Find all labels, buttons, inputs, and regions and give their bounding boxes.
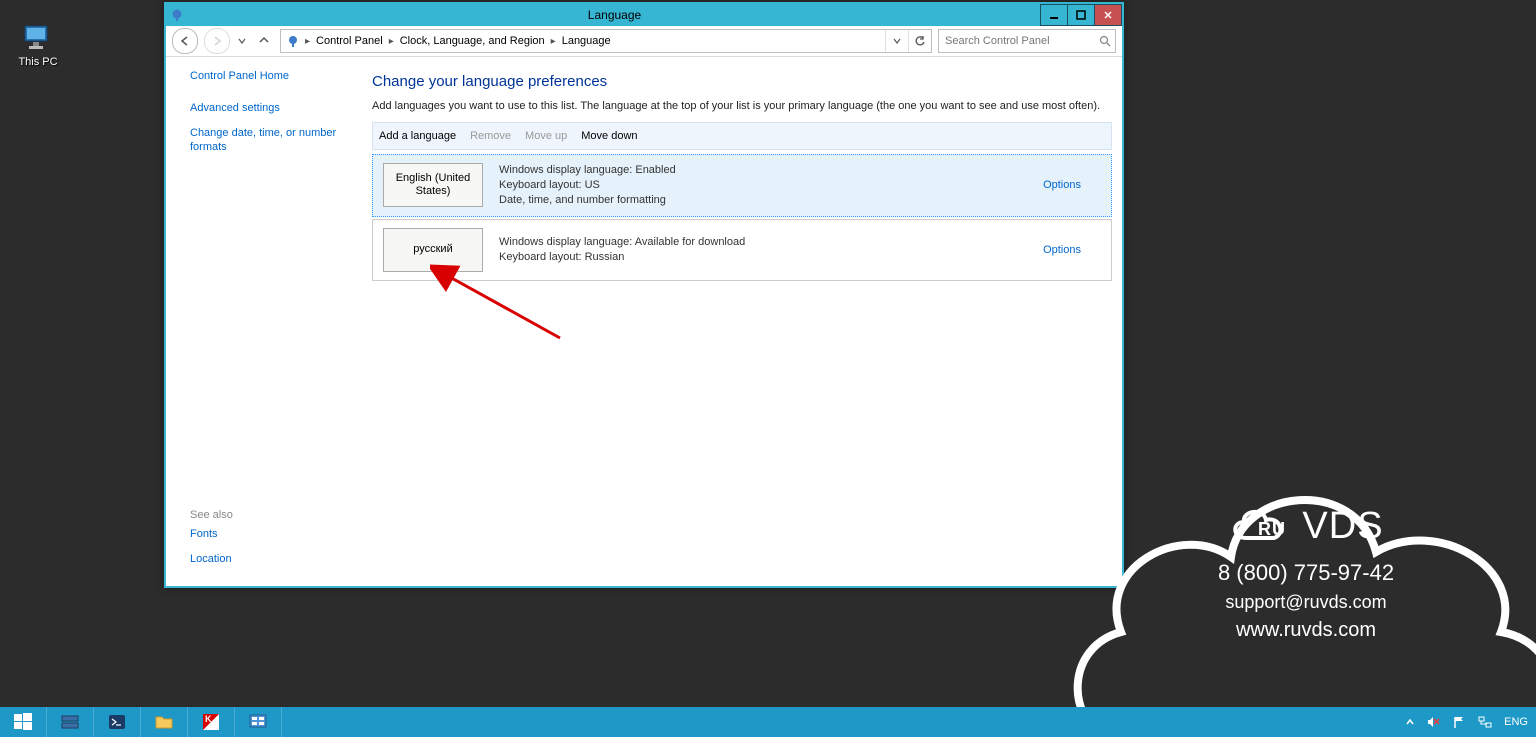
watermark-phone: 8 (800) 775-97-42: [1146, 560, 1466, 586]
language-options-link[interactable]: Options: [1043, 244, 1081, 256]
sidebar-link-dateformats[interactable]: Change date, time, or number formats: [190, 126, 350, 155]
language-info-line1: Windows display language: Available for …: [499, 235, 1043, 250]
nav-back-button[interactable]: [172, 28, 198, 54]
nav-up-button[interactable]: [254, 29, 274, 53]
window-navbar: ▸ Control Panel ▸ Clock, Language, and R…: [166, 26, 1122, 57]
sidebar-link-home[interactable]: Control Panel Home: [190, 69, 350, 83]
page-description: Add languages you want to use to this li…: [372, 100, 1112, 112]
maximize-icon: [1076, 10, 1086, 20]
taskbar-server-manager[interactable]: [47, 707, 94, 737]
control-panel-icon: [247, 711, 269, 733]
arrow-left-icon: [179, 35, 191, 47]
language-badge: русский: [383, 228, 483, 272]
cmd-add-language[interactable]: Add a language: [379, 130, 456, 142]
network-icon: [1478, 715, 1492, 729]
language-info-line2: Keyboard layout: Russian: [499, 250, 1043, 265]
breadcrumb-chevron[interactable]: ▸: [387, 30, 396, 52]
command-bar: Add a language Remove Move up Move down: [372, 122, 1112, 150]
taskbar-start-button[interactable]: [0, 707, 47, 737]
language-info-line1: Windows display language: Enabled: [499, 163, 1043, 178]
breadcrumb-item-clock-lang-region[interactable]: Clock, Language, and Region: [396, 30, 549, 52]
desktop-icon-label: This PC: [8, 56, 68, 68]
breadcrumb-chevron[interactable]: ▸: [549, 30, 558, 52]
window-minimize-button[interactable]: [1040, 4, 1068, 26]
arrow-right-icon: [211, 35, 223, 47]
taskbar-kaspersky[interactable]: K: [188, 707, 235, 737]
kaspersky-icon: K: [200, 711, 222, 733]
sidebar-see-also-label: See also: [190, 509, 350, 521]
arrow-up-icon: [258, 35, 270, 47]
taskbar-powershell[interactable]: [94, 707, 141, 737]
sidebar: Control Panel Home Advanced settings Cha…: [166, 57, 362, 586]
breadcrumb-icon: [285, 33, 301, 49]
sidebar-link-location[interactable]: Location: [190, 552, 350, 566]
tray-network-icon[interactable]: [1476, 707, 1494, 737]
refresh-button[interactable]: [908, 30, 931, 52]
speaker-muted-icon: [1426, 715, 1440, 729]
main-content: Change your language preferences Add lan…: [362, 57, 1122, 586]
cmd-remove[interactable]: Remove: [470, 130, 511, 142]
taskbar-explorer[interactable]: [141, 707, 188, 737]
tray-sound-icon[interactable]: [1424, 707, 1442, 737]
caret-down-icon: [238, 37, 246, 45]
nav-history-dropdown[interactable]: [236, 29, 248, 53]
page-heading: Change your language preferences: [372, 73, 1112, 90]
window-icon: [166, 4, 188, 26]
brand-text: VDS: [1302, 505, 1383, 548]
language-badge: English (United States): [383, 163, 483, 207]
cloud-logo-icon: RU: [1228, 502, 1292, 550]
computer-icon: [20, 20, 56, 56]
taskbar-control-panel[interactable]: [235, 707, 282, 737]
close-icon: [1103, 10, 1113, 20]
breadcrumb-chevron[interactable]: ▸: [303, 30, 312, 52]
breadcrumb-dropdown-button[interactable]: [885, 30, 908, 52]
search-box[interactable]: [938, 29, 1116, 53]
search-icon: [1099, 35, 1111, 47]
tray-flag-icon[interactable]: [1450, 707, 1468, 737]
desktop-icon-this-pc[interactable]: This PC: [8, 20, 68, 68]
cmd-move-down[interactable]: Move down: [581, 130, 637, 142]
flag-icon: [1452, 715, 1466, 729]
folder-icon: [153, 711, 175, 733]
language-info-line3: Date, time, and number formatting: [499, 193, 1043, 208]
taskbar-tray: ENG: [1404, 707, 1536, 737]
server-icon: [59, 711, 81, 733]
window-titlebar[interactable]: Language: [166, 4, 1122, 26]
tray-show-hidden-icons[interactable]: [1404, 707, 1416, 737]
windows-icon: [12, 711, 34, 733]
language-options-link[interactable]: Options: [1043, 179, 1081, 191]
caret-down-icon: [893, 37, 901, 45]
control-panel-window: Language: [164, 2, 1124, 588]
cmd-move-up[interactable]: Move up: [525, 130, 567, 142]
caret-up-icon: [1406, 718, 1414, 726]
language-row-english[interactable]: English (United States) Windows display …: [372, 154, 1112, 217]
language-info: Windows display language: Available for …: [499, 235, 1043, 265]
window-close-button[interactable]: [1094, 4, 1122, 26]
search-input[interactable]: [943, 34, 1099, 48]
language-info-line2: Keyboard layout: US: [499, 178, 1043, 193]
sidebar-link-advanced[interactable]: Advanced settings: [190, 101, 350, 115]
svg-text:RU: RU: [1258, 519, 1286, 539]
window-maximize-button[interactable]: [1067, 4, 1095, 26]
breadcrumb-item-control-panel[interactable]: Control Panel: [312, 30, 387, 52]
sidebar-link-fonts[interactable]: Fonts: [190, 527, 350, 541]
refresh-icon: [914, 35, 926, 47]
language-row-russian[interactable]: русский Windows display language: Availa…: [372, 219, 1112, 281]
language-info: Windows display language: Enabled Keyboa…: [499, 163, 1043, 208]
minimize-icon: [1049, 10, 1059, 20]
taskbar: K: [0, 707, 1536, 737]
nav-forward-button[interactable]: [204, 28, 230, 54]
watermark-site: www.ruvds.com: [1146, 619, 1466, 642]
window-title: Language: [188, 8, 1041, 22]
powershell-icon: [106, 711, 128, 733]
svg-text:K: K: [205, 714, 212, 724]
watermark-email: support@ruvds.com: [1146, 592, 1466, 613]
breadcrumb[interactable]: ▸ Control Panel ▸ Clock, Language, and R…: [280, 29, 932, 53]
breadcrumb-item-language[interactable]: Language: [558, 30, 615, 52]
tray-language-indicator[interactable]: ENG: [1502, 707, 1530, 737]
